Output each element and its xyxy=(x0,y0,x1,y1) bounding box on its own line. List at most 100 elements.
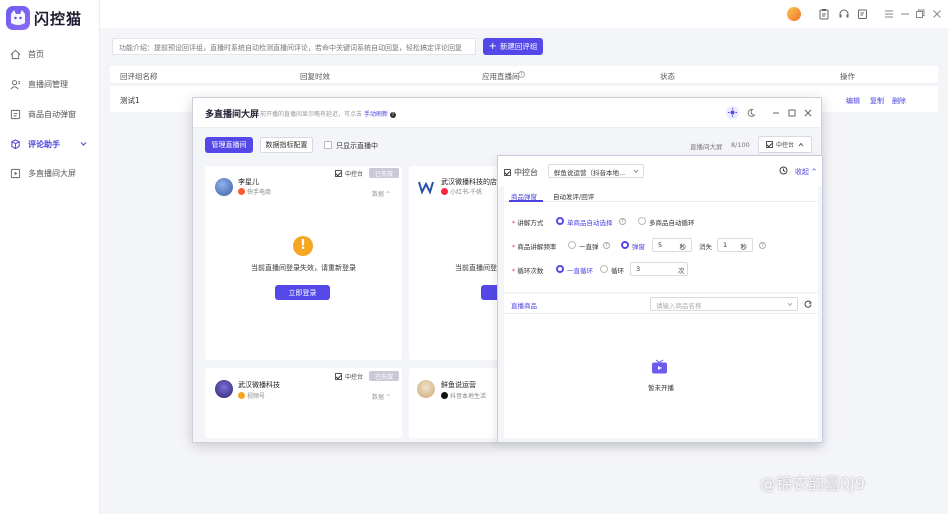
plus-icon: + xyxy=(488,41,497,52)
data-collapse-toggle[interactable]: 数据 ^ xyxy=(372,189,391,198)
status-badge: 已失效 xyxy=(369,371,399,381)
loop-unit: 次 xyxy=(678,267,685,275)
sidebar-item-comment-assistant[interactable]: 评论助手 xyxy=(0,133,100,155)
help-icon[interactable]: ? xyxy=(759,242,766,249)
loop-count-label: * 循环次数 xyxy=(512,267,544,275)
sidebar-item-label: 首页 xyxy=(28,49,44,59)
login-expired-message: 当前直播间登录失效，请重新登录 xyxy=(251,264,356,272)
manage-live-rooms-button[interactable]: 管理直播间 xyxy=(205,137,253,153)
user-avatar[interactable] xyxy=(787,7,801,21)
home-icon xyxy=(10,49,21,59)
panel-title: 中控台 xyxy=(504,167,538,178)
refresh-icon[interactable] xyxy=(804,300,812,308)
account-platform: 抖音本地生活 xyxy=(441,391,486,400)
douyin-icon xyxy=(441,392,448,399)
popup-interval-label: 弹窗 xyxy=(632,243,645,251)
explain-multi-radio[interactable] xyxy=(638,217,646,225)
app-logo[interactable]: 闪控猫 xyxy=(6,6,82,30)
copy-link[interactable]: 复制 xyxy=(870,96,884,106)
tab-divider xyxy=(504,201,818,202)
light-theme-button[interactable] xyxy=(726,106,739,119)
loop-count-option-label: 循环 xyxy=(611,267,624,275)
control-panel: 中控台 鲜鱼说运营（抖音本地... 收起 ^ 商品弹窗 自动发评/回评 * 讲解… xyxy=(497,155,823,443)
control-checkbox[interactable]: 中控台 xyxy=(335,372,363,381)
edit-link[interactable]: 编辑 xyxy=(846,96,860,106)
panel-header: 中控台 鲜鱼说运营（抖音本地... 收起 ^ xyxy=(498,156,822,186)
chevron-down-icon xyxy=(80,142,87,146)
tv-icon xyxy=(652,359,667,374)
login-button[interactable]: 立即登录 xyxy=(275,285,330,300)
channels-icon xyxy=(238,392,245,399)
always-popup-radio[interactable] xyxy=(568,241,576,249)
help-icon[interactable]: ? xyxy=(603,242,610,249)
status-badge: 已失效 xyxy=(369,168,399,178)
modal-subtitle: 前开播的直播间显示略有延迟，可点击 手动刷新 ? xyxy=(260,111,396,118)
sidebar-item-multi-screen[interactable]: 多直播间大屏 xyxy=(0,162,100,184)
explain-single-label: 单商品自动选择 xyxy=(567,219,613,227)
loop-forever-radio[interactable] xyxy=(556,265,564,273)
account-name: 李星儿 xyxy=(238,178,259,186)
chevron-down-icon xyxy=(787,302,793,307)
sun-icon xyxy=(728,108,737,117)
warning-icon: ! xyxy=(293,236,313,256)
w-logo-icon xyxy=(418,181,434,195)
only-live-checkbox[interactable] xyxy=(324,141,332,149)
manual-refresh-link[interactable]: 手动刷新 xyxy=(364,111,388,118)
popup-interval-radio[interactable] xyxy=(621,241,629,249)
explain-single-radio[interactable] xyxy=(556,217,564,225)
app-name: 闪控猫 xyxy=(34,9,83,28)
account-platform: 视频号 xyxy=(238,391,265,400)
close-icon[interactable] xyxy=(803,108,813,118)
control-checkbox[interactable]: 中控台 xyxy=(335,169,363,178)
maximize-icon[interactable] xyxy=(787,108,797,118)
sidebar-item-label: 评论助手 xyxy=(28,139,60,149)
tab-auto-comment[interactable]: 自动发评/回评 xyxy=(553,191,594,201)
column-header: 回复时效 xyxy=(300,72,330,81)
sidebar-item-live-room[interactable]: 直播间管理 xyxy=(0,73,100,95)
chevron-up-icon xyxy=(798,142,804,147)
control-panel-toggle[interactable]: 中控台 xyxy=(758,136,812,153)
headset-icon[interactable] xyxy=(838,8,850,20)
new-reply-group-button[interactable]: + 新建回评组 xyxy=(483,38,543,55)
login-expired-message: 当前直播间登 xyxy=(455,264,497,272)
metrics-config-button[interactable]: 数据指标配置 xyxy=(260,137,313,153)
sidebar-item-label: 多直播间大屏 xyxy=(28,168,76,178)
screen-count: 8/100 xyxy=(731,141,750,149)
explain-multi-label: 多商品自动循环 xyxy=(649,219,695,227)
only-live-label: 只显示直播中 xyxy=(336,142,378,150)
menu-icon[interactable] xyxy=(883,8,895,20)
help-icon[interactable]: ? xyxy=(389,112,396,118)
close-icon[interactable] xyxy=(931,8,943,20)
sidebar-item-product-popup[interactable]: 商品自动弹窗 xyxy=(0,103,100,125)
minimize-icon[interactable] xyxy=(771,108,781,118)
clock-icon[interactable] xyxy=(779,166,788,175)
feature-intro: 功能介绍：提前预设回评组，直播时系统自动检测直播间评论，若命中关键词系统自动回复… xyxy=(112,38,476,55)
clipboard-icon[interactable] xyxy=(818,8,830,20)
popup-icon xyxy=(10,109,21,119)
loop-count-radio[interactable] xyxy=(600,265,608,273)
popup-seconds-input[interactable]: 5 秒 xyxy=(652,238,692,252)
avatar xyxy=(417,178,435,196)
edit-note-icon[interactable] xyxy=(857,8,869,20)
tab-underline xyxy=(509,200,543,202)
data-collapse-toggle[interactable]: 数据 ^ xyxy=(372,392,391,401)
cat-logo-icon xyxy=(6,6,30,30)
modal-title: 多直播间大屏 xyxy=(205,110,260,120)
help-icon[interactable]: ? xyxy=(619,218,626,225)
delete-link[interactable]: 删除 xyxy=(892,96,906,106)
vanish-seconds-input[interactable]: 1 秒 xyxy=(717,238,753,252)
minimize-icon[interactable] xyxy=(899,8,911,20)
watermark: @锦衣韵嘉0J9 xyxy=(760,474,866,493)
goods-search-input[interactable]: 请输入商品名称 xyxy=(650,297,798,311)
table-header: 回评组名称 回复时效 应用直播间 ? 状态 操作 xyxy=(110,66,938,84)
vanish-label: 消失 xyxy=(699,243,712,251)
panel-collapse-button[interactable]: 收起 ^ xyxy=(795,167,817,177)
account-select[interactable]: 鲜鱼说运营（抖音本地... xyxy=(548,164,644,178)
moon-icon[interactable] xyxy=(746,108,756,118)
account-platform: 快手电商 xyxy=(238,187,271,196)
avatar xyxy=(215,178,233,196)
xiaohongshu-icon xyxy=(441,188,448,195)
sidebar-item-home[interactable]: 首页 xyxy=(0,43,100,65)
help-icon[interactable]: ? xyxy=(518,71,525,78)
restore-icon[interactable] xyxy=(914,8,926,20)
